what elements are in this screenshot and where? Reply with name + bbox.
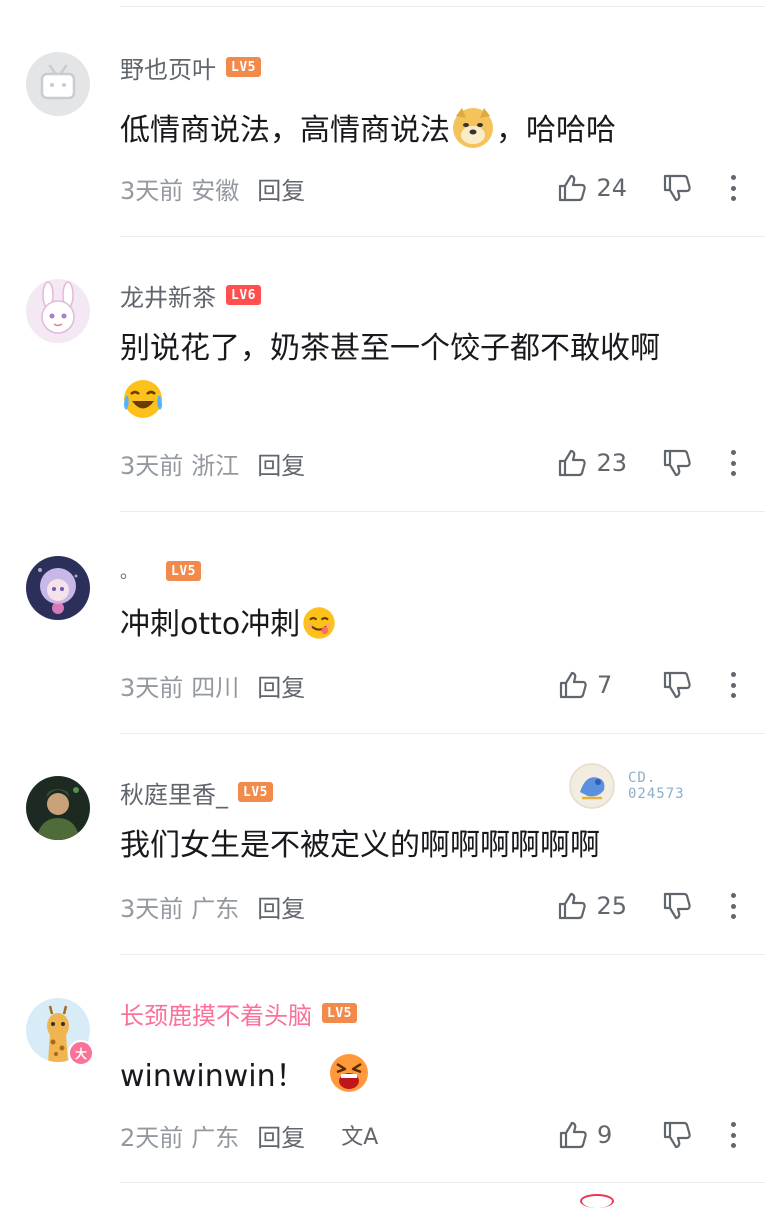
username[interactable]: 秋庭里香_: [120, 775, 228, 810]
comment-content: 我们女生是不被定义的啊啊啊啊啊啊: [120, 828, 600, 863]
bunny-girl-avatar-icon: [26, 279, 90, 343]
username[interactable]: 野也页叶: [120, 50, 216, 85]
shout-emoji-icon: [329, 1054, 368, 1092]
reply-button[interactable]: 回复: [257, 446, 305, 481]
vip-badge: 大: [68, 1040, 94, 1066]
level-badge: LV5: [226, 57, 261, 77]
more-options-icon[interactable]: [731, 1122, 737, 1148]
like-count: 7: [597, 671, 613, 699]
comment-location: 广东: [191, 1123, 240, 1152]
yummy-emoji-icon: [303, 607, 335, 639]
username[interactable]: 长颈鹿摸不着头脑: [120, 996, 312, 1031]
thumbs-down-icon[interactable]: [661, 172, 693, 204]
comment-location: 广东: [191, 894, 240, 923]
level-badge: LV6: [226, 285, 261, 305]
thumbs-up-icon[interactable]: [557, 1119, 589, 1151]
avatar[interactable]: [26, 52, 90, 116]
reply-button[interactable]: 回复: [257, 171, 305, 206]
like-count: 23: [596, 449, 627, 477]
thumbs-down-icon[interactable]: [661, 1119, 693, 1151]
like-count: 25: [596, 892, 627, 920]
comment-time: 3天前: [120, 894, 184, 923]
divider: [120, 236, 765, 237]
comment-time: 3天前: [120, 673, 184, 702]
avatar[interactable]: [26, 279, 90, 343]
level-badge: LV5: [238, 782, 273, 802]
comment-location: 四川: [191, 673, 240, 702]
reply-button[interactable]: 回复: [257, 889, 305, 924]
comment-location: 安徽: [191, 176, 240, 205]
top-divider: [120, 6, 765, 7]
thumbs-down-icon[interactable]: [661, 890, 693, 922]
fan-badge-number: 024573: [628, 786, 685, 802]
thumbs-up-icon[interactable]: [557, 669, 589, 701]
next-item-edge: [580, 1194, 614, 1208]
fan-badge-label: CD.: [628, 770, 657, 786]
divider: [120, 954, 765, 955]
thumbs-down-icon[interactable]: [661, 669, 693, 701]
like-count: 24: [596, 174, 627, 202]
comment-content: 冲刺otto冲刺: [120, 600, 720, 650]
laugh-cry-emoji-icon: [124, 380, 162, 418]
comment-content: winwinwin！: [120, 1050, 720, 1102]
reply-button[interactable]: 回复: [257, 1118, 305, 1153]
fan-badge-card[interactable]: CD. 024573: [568, 762, 685, 810]
divider: [120, 1182, 765, 1183]
thumbs-down-icon[interactable]: [661, 447, 693, 479]
level-badge: LV5: [322, 1003, 357, 1023]
username[interactable]: 龙井新茶: [120, 278, 216, 313]
comment-content: 别说花了，奶茶甚至一个饺子都不敢收啊: [120, 324, 720, 428]
more-options-icon[interactable]: [731, 672, 737, 698]
thumbs-up-icon[interactable]: [556, 447, 588, 479]
divider: [120, 733, 765, 734]
thumbs-up-icon[interactable]: [556, 172, 588, 204]
reply-button[interactable]: 回复: [257, 668, 305, 703]
comment-time: 2天前: [120, 1123, 184, 1152]
comment-location: 浙江: [191, 451, 240, 480]
like-count: 9: [597, 1121, 613, 1149]
more-options-icon[interactable]: [731, 450, 737, 476]
avatar[interactable]: [26, 776, 90, 840]
fan-badge-icon: [569, 763, 615, 809]
more-options-icon[interactable]: [731, 893, 737, 919]
default-tv-avatar-icon: [26, 52, 90, 116]
warrior-avatar-icon: [26, 776, 90, 840]
avatar[interactable]: [26, 556, 90, 620]
doge-emoji-icon: [453, 108, 493, 148]
thumbs-up-icon[interactable]: [556, 890, 588, 922]
anime-girl-avatar-icon: [26, 556, 90, 620]
translate-icon[interactable]: 文A: [341, 1119, 378, 1151]
level-badge: LV5: [166, 561, 201, 581]
divider: [120, 511, 765, 512]
username[interactable]: 。: [120, 558, 138, 584]
more-options-icon[interactable]: [731, 175, 737, 201]
comment-time: 3天前: [120, 176, 184, 205]
comment-content: 低情商说法，高情商说法 ，哈哈哈: [120, 104, 720, 156]
comment-time: 3天前: [120, 451, 184, 480]
